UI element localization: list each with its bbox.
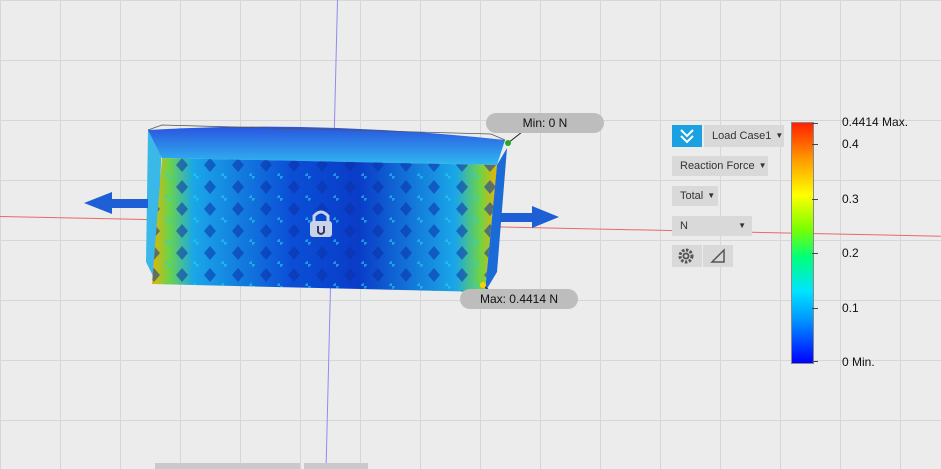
legend-tick-label: 0.2 xyxy=(842,246,859,260)
legend-tick xyxy=(812,144,818,145)
load-case-label: Load Case1 xyxy=(712,130,772,142)
double-chevron-down-icon xyxy=(680,129,694,144)
bottom-toolbar-tab[interactable] xyxy=(155,463,300,469)
probe-button[interactable] xyxy=(703,245,733,267)
legend-tick xyxy=(812,199,818,200)
result-type-dropdown[interactable]: Reaction Force ▼ xyxy=(672,156,768,176)
chevron-down-icon: ▼ xyxy=(738,221,746,230)
bottom-toolbar-tab[interactable] xyxy=(304,463,368,469)
legend-tick xyxy=(812,123,818,124)
component-dropdown[interactable]: Total ▼ xyxy=(672,186,718,206)
settings-button[interactable] xyxy=(672,245,702,267)
color-legend-bar xyxy=(791,122,814,364)
chevron-down-icon: ▼ xyxy=(758,161,767,170)
legend-tick xyxy=(812,308,818,309)
min-marker xyxy=(505,140,511,146)
gear-icon xyxy=(678,248,694,264)
legend-tick xyxy=(812,361,818,362)
max-callout[interactable]: Max: 0.4414 N xyxy=(460,289,578,309)
legend-tick-label: 0.1 xyxy=(842,301,859,315)
chevron-down-icon: ▼ xyxy=(775,131,784,140)
min-callout[interactable]: Min: 0 N xyxy=(486,113,604,133)
legend-tick-label: 0.3 xyxy=(842,192,859,206)
legend-max-label: 0.4414 Max. xyxy=(842,115,909,129)
result-type-label: Reaction Force xyxy=(680,160,755,172)
unit-dropdown[interactable]: N ▼ xyxy=(672,216,752,236)
legend-tick xyxy=(812,253,818,254)
collapse-panel-button[interactable] xyxy=(672,125,702,147)
legend-min-label: 0 Min. xyxy=(842,355,875,369)
load-case-dropdown[interactable]: Load Case1 ▼ xyxy=(704,125,784,147)
component-label: Total xyxy=(680,190,704,202)
max-marker xyxy=(480,282,486,288)
unit-label: N xyxy=(680,220,688,232)
triangle-ruler-icon xyxy=(710,248,725,263)
legend-tick-label: 0.4 xyxy=(842,137,859,151)
chevron-down-icon: ▼ xyxy=(707,191,716,200)
